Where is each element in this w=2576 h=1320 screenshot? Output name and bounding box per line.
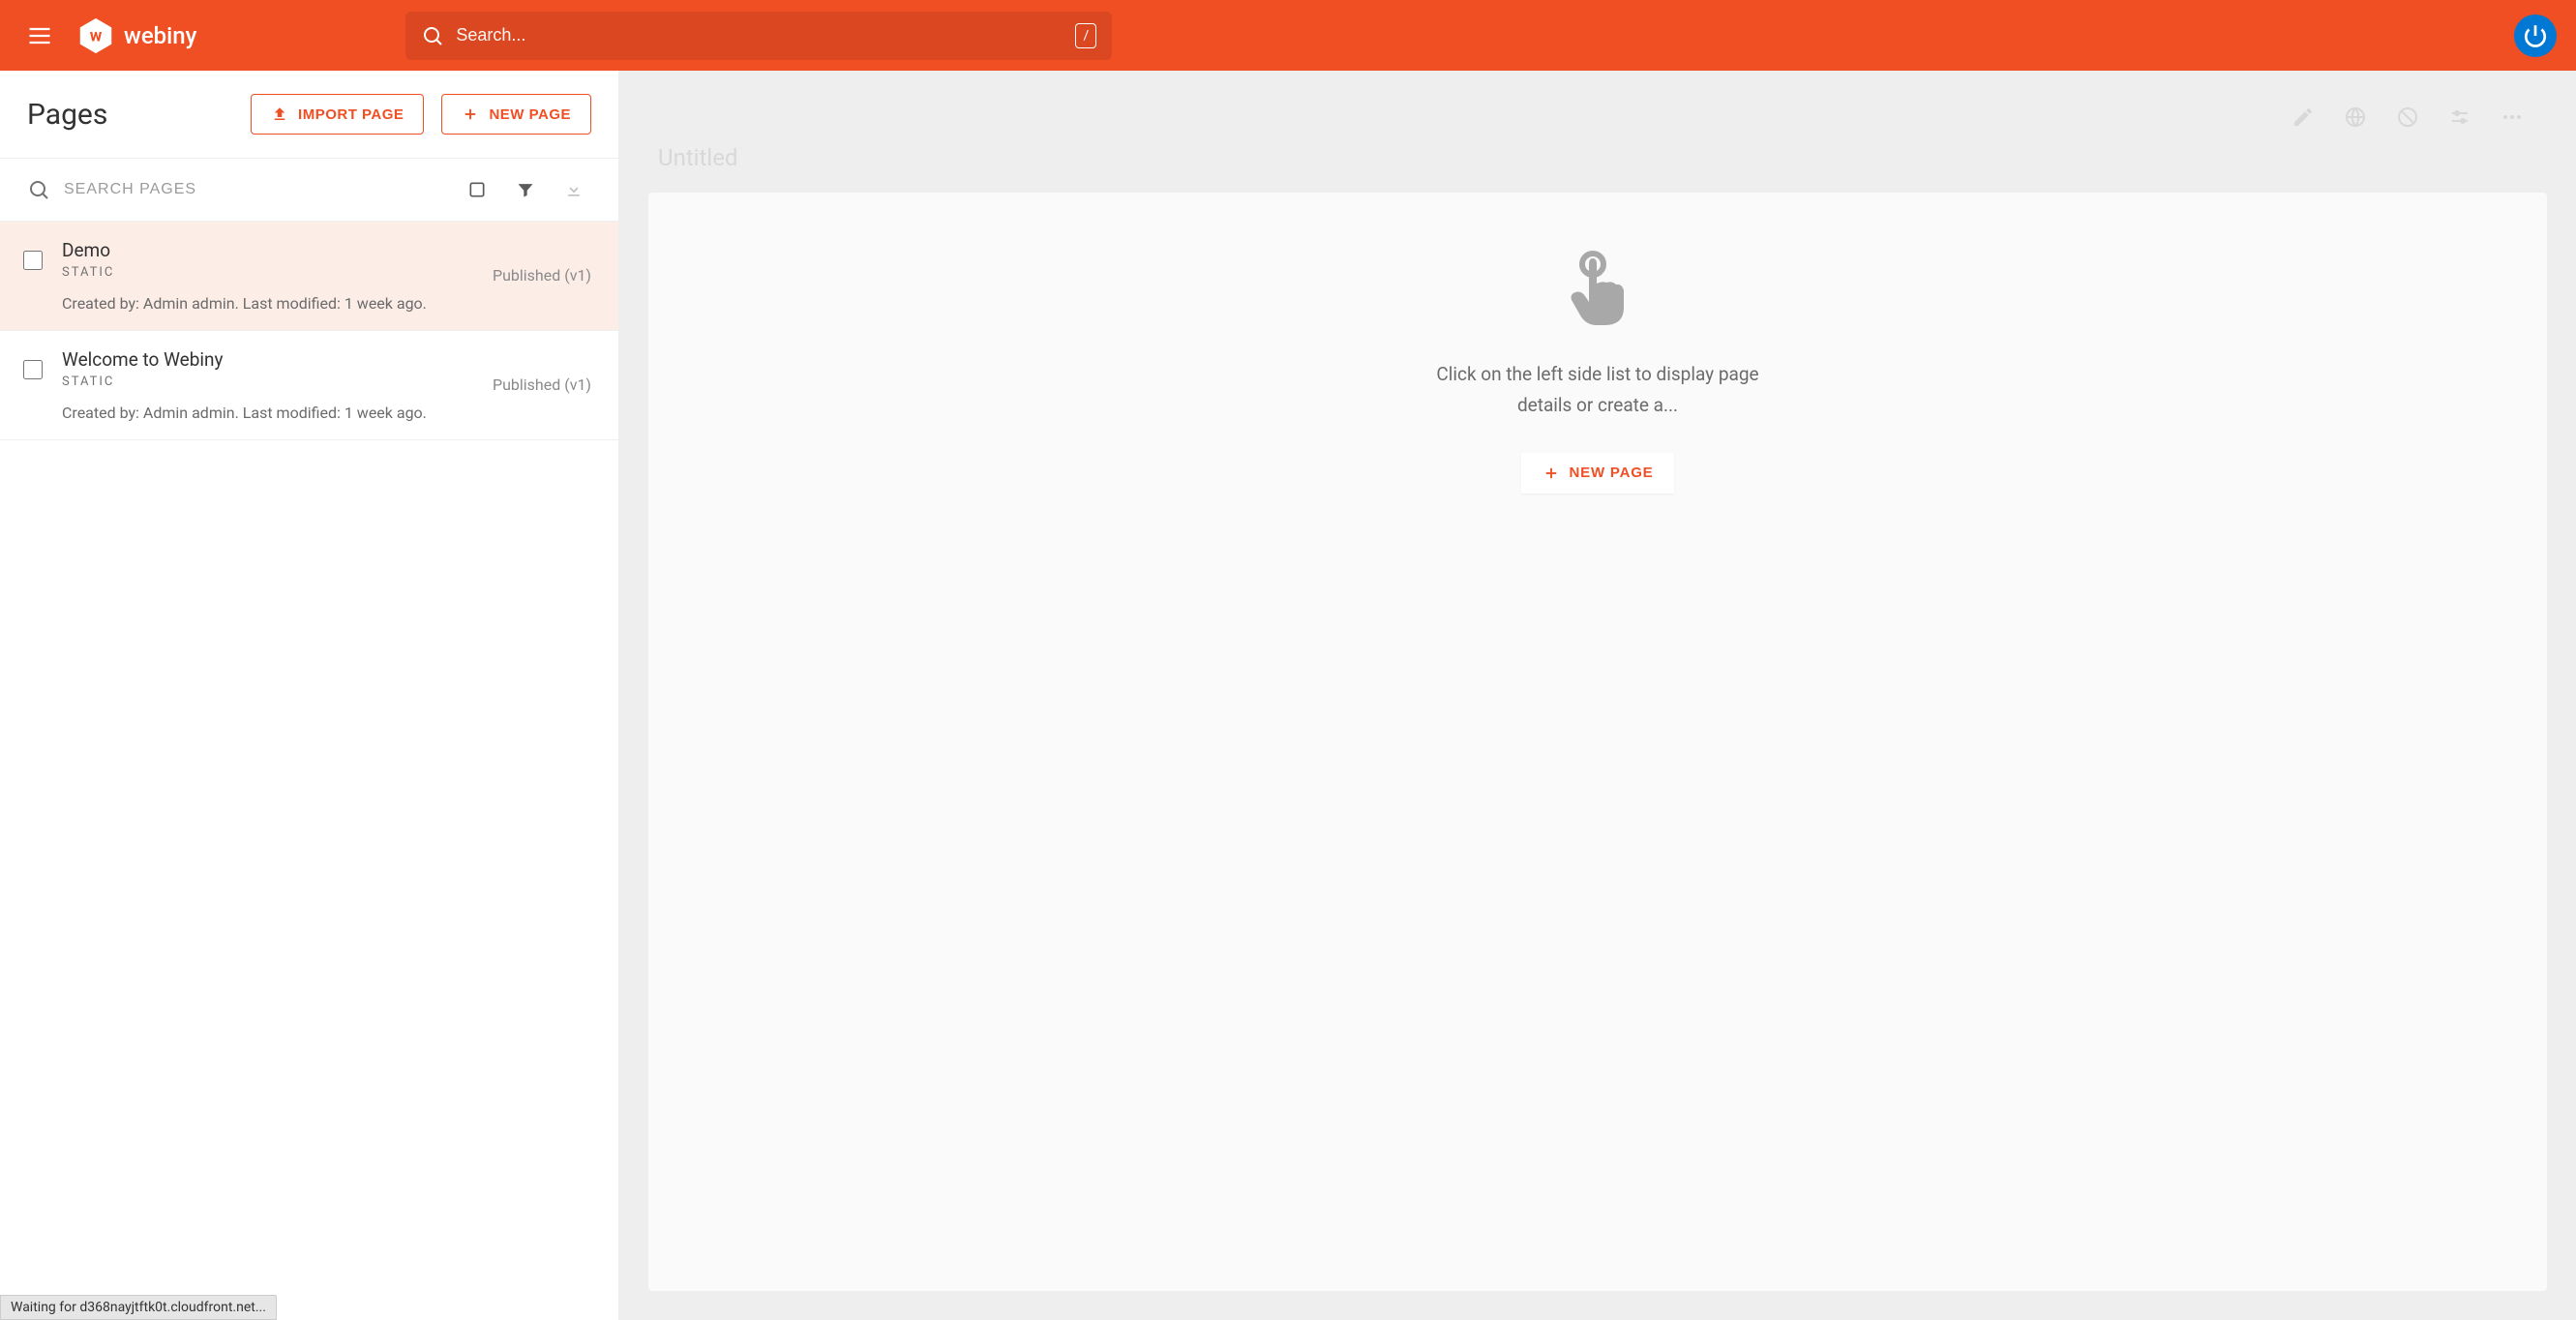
page-item-status: Published (v1) xyxy=(493,266,591,285)
page-item-meta: Created by: Admin admin. Last modified: … xyxy=(62,404,591,422)
settings-icon xyxy=(2448,105,2471,129)
svg-text:w: w xyxy=(90,26,103,45)
page-item-checkbox[interactable] xyxy=(23,251,43,270)
detail-panel: Untitled Click on the left side list to … xyxy=(619,71,2576,1320)
user-avatar[interactable] xyxy=(2514,15,2557,57)
page-item-title: Demo xyxy=(62,239,114,261)
edit-icon xyxy=(2291,105,2315,129)
unpublish-icon xyxy=(2396,105,2419,129)
checkbox-icon xyxy=(467,180,487,199)
more-icon xyxy=(2501,105,2524,129)
filter-icon xyxy=(516,180,535,199)
search-shortcut-hint: / xyxy=(1075,23,1096,48)
page-title: Pages xyxy=(27,98,107,132)
filter-button[interactable] xyxy=(508,172,543,207)
brand-logo[interactable]: w webiny xyxy=(75,15,196,56)
power-icon xyxy=(2523,23,2548,48)
page-item-checkbox[interactable] xyxy=(23,360,43,379)
touch-icon xyxy=(1568,251,1628,328)
page-list-item[interactable]: Demo STATIC Published (v1) Created by: A… xyxy=(0,222,618,331)
pages-panel: Pages IMPORT PAGE NEW PAGE xyxy=(0,71,619,1320)
empty-state-text: Click on the left side list to display p… xyxy=(1436,359,1758,422)
page-item-status: Published (v1) xyxy=(493,375,591,394)
detail-title-placeholder: Untitled xyxy=(648,136,2547,193)
brand-name: webiny xyxy=(124,22,196,49)
new-page-button-empty[interactable]: NEW PAGE xyxy=(1521,453,1675,494)
pages-search-input[interactable] xyxy=(64,181,446,198)
globe-icon xyxy=(2344,105,2367,129)
app-header: w webiny / xyxy=(0,0,2576,71)
search-icon xyxy=(421,24,444,47)
page-item-title: Welcome to Webiny xyxy=(62,348,224,371)
logo-icon: w xyxy=(75,15,116,56)
import-page-button[interactable]: IMPORT PAGE xyxy=(251,94,424,135)
download-icon xyxy=(564,180,584,199)
page-item-category: STATIC xyxy=(62,375,224,389)
global-search[interactable]: / xyxy=(405,12,1112,60)
export-button[interactable] xyxy=(556,172,591,207)
page-list-item[interactable]: Welcome to Webiny STATIC Published (v1) … xyxy=(0,331,618,440)
search-input[interactable] xyxy=(456,25,1063,45)
empty-state: Click on the left side list to display p… xyxy=(648,193,2547,1291)
page-item-category: STATIC xyxy=(62,265,114,280)
menu-button[interactable] xyxy=(19,15,60,56)
plus-icon xyxy=(462,105,479,123)
detail-toolbar xyxy=(648,100,2547,136)
hamburger-icon xyxy=(26,22,53,49)
upload-icon xyxy=(271,105,288,123)
plus-icon xyxy=(1543,465,1560,482)
select-all-checkbox[interactable] xyxy=(460,172,494,207)
page-item-meta: Created by: Admin admin. Last modified: … xyxy=(62,294,591,313)
search-icon xyxy=(27,178,50,201)
new-page-button[interactable]: NEW PAGE xyxy=(441,94,591,135)
browser-status-bar: Waiting for d368nayjtftk0t.cloudfront.ne… xyxy=(0,1295,277,1320)
